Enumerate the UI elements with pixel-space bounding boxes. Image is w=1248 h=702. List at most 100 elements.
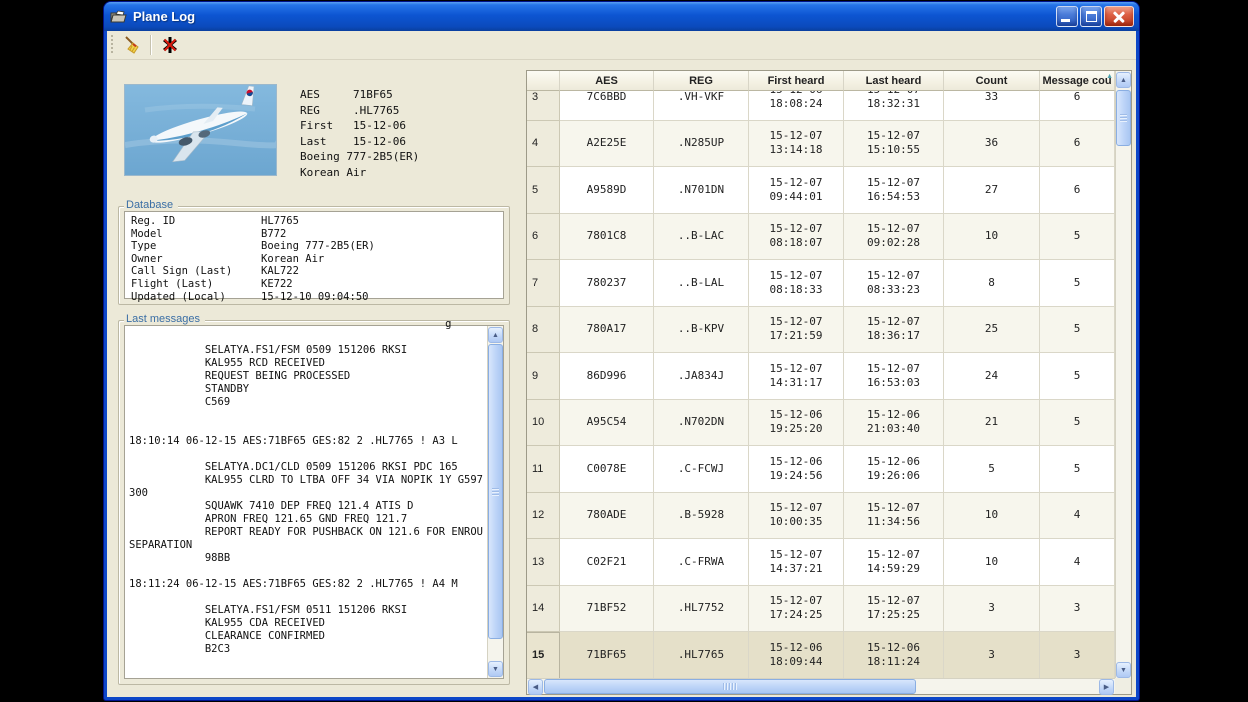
toolbar-grip[interactable] [110, 35, 114, 55]
aes-cell: 86D996 [560, 353, 654, 400]
messages-scrollbar-thumb[interactable] [488, 344, 503, 639]
reg-cell: .HL7765 [654, 632, 749, 679]
maximize-button[interactable] [1080, 6, 1102, 27]
scroll-left-icon[interactable]: ◀ [528, 679, 543, 695]
close-icon [1105, 7, 1133, 26]
column-header-Last heard[interactable]: Last heard [844, 71, 944, 91]
table-row[interactable]: 7780237..B-LAL15-12-07 08:18:3315-12-07 … [527, 260, 1115, 307]
messages-box[interactable]: g SELATYA.FS1/FSM 0509 151206 RKSI KAL95… [124, 325, 504, 679]
table-row[interactable]: 8780A17..B-KPV15-12-07 17:21:5915-12-07 … [527, 307, 1115, 354]
aes-cell: 780237 [560, 260, 654, 307]
row-number-cell: 8 [527, 307, 560, 354]
column-header-rownum[interactable] [527, 71, 560, 91]
column-header-Count[interactable]: Count [944, 71, 1040, 91]
reg-cell: .N702DN [654, 400, 749, 447]
table-row[interactable]: 10A95C54.N702DN15-12-06 19:25:2015-12-06… [527, 400, 1115, 447]
count-cell: 5 [944, 446, 1040, 493]
aes-cell: 780ADE [560, 493, 654, 540]
column-header-Message cou[interactable]: Message cou▲ [1040, 71, 1115, 91]
message-count-cell: 5 [1040, 307, 1115, 354]
plane-log-window: Plane Log [104, 2, 1139, 700]
purge-button[interactable] [156, 33, 183, 58]
airplane-image [125, 85, 276, 175]
first-heard-cell: 15-12-07 09:44:01 [749, 167, 844, 214]
minimize-button[interactable] [1056, 6, 1078, 27]
last-heard-cell: 15-12-07 16:54:53 [844, 167, 944, 214]
row-number-cell: 4 [527, 121, 560, 168]
row-number-cell: 5 [527, 167, 560, 214]
table-row[interactable]: 4A2E25E.N285UP15-12-07 13:14:1815-12-07 … [527, 121, 1115, 168]
summary-field-label: Last [300, 134, 353, 150]
table-hscroll-thumb[interactable] [544, 679, 916, 694]
messages-scrollbar[interactable]: ▲ ▼ [487, 326, 503, 678]
table-row[interactable]: 13C02F21.C-FRWA15-12-07 14:37:2115-12-07… [527, 539, 1115, 586]
table-row[interactable]: 67801C8..B-LAC15-12-07 08:18:0715-12-07 … [527, 214, 1115, 261]
database-field-value: KAL722 [261, 265, 299, 278]
first-heard-cell: 15-12-07 08:18:07 [749, 214, 844, 261]
last-heard-cell: 15-12-07 18:36:17 [844, 307, 944, 354]
first-heard-cell: 15-12-06 18:09:44 [749, 632, 844, 679]
toolbar-separator [150, 35, 151, 55]
message-count-cell: 3 [1040, 632, 1115, 679]
scroll-up-icon[interactable]: ▲ [488, 327, 503, 343]
titlebar[interactable]: Plane Log [104, 2, 1139, 31]
table-horizontal-scrollbar[interactable]: ◀ ▶ [527, 678, 1115, 694]
aes-cell: C02F21 [560, 539, 654, 586]
aes-cell: C0078E [560, 446, 654, 493]
table-vertical-scrollbar[interactable]: ▲ ▼ [1115, 71, 1131, 679]
scroll-right-icon[interactable]: ▶ [1099, 679, 1114, 695]
red-asterisk-icon [161, 36, 179, 54]
database-groupbox-label: Database [124, 199, 178, 211]
reg-cell: .N701DN [654, 167, 749, 214]
count-cell: 3 [944, 632, 1040, 679]
database-field: OwnerKorean Air [131, 253, 503, 266]
table-row[interactable]: 37C6BBD.VH-VKF15-12-06 18:08:2415-12-07 … [527, 91, 1115, 121]
table-row[interactable]: 12780ADE.B-592815-12-07 10:00:3515-12-07… [527, 493, 1115, 540]
aes-cell: A95C54 [560, 400, 654, 447]
message-count-cell: 6 [1040, 91, 1115, 121]
message-count-cell: 3 [1040, 586, 1115, 633]
database-field-label: Model [131, 228, 261, 241]
reg-cell: .VH-VKF [654, 91, 749, 121]
close-button[interactable] [1104, 6, 1134, 27]
table-header-row: AESREGFirst heardLast heardCountMessage … [527, 71, 1115, 91]
aes-cell: 7C6BBD [560, 91, 654, 121]
table-row[interactable]: 1571BF65.HL776515-12-06 18:09:4415-12-06… [527, 632, 1115, 679]
table-row[interactable]: 986D996.JA834J15-12-07 14:31:1715-12-07 … [527, 353, 1115, 400]
aircraft-airline: Korean Air [300, 165, 515, 181]
database-field-label: Reg. ID [131, 215, 261, 228]
database-field-value: Boeing 777-2B5(ER) [261, 240, 375, 253]
table-row[interactable]: 5A9589D.N701DN15-12-07 09:44:0115-12-07 … [527, 167, 1115, 214]
aes-cell: 780A17 [560, 307, 654, 354]
column-header-AES[interactable]: AES [560, 71, 654, 91]
window-title: Plane Log [133, 9, 1054, 24]
table-row[interactable]: 11C0078E.C-FCWJ15-12-06 19:24:5615-12-06… [527, 446, 1115, 493]
maximize-icon [1086, 11, 1097, 22]
message-count-cell: 5 [1040, 260, 1115, 307]
summary-field-value: 15-12-06 [353, 118, 406, 134]
aes-cell: 71BF52 [560, 586, 654, 633]
column-header-First heard[interactable]: First heard [749, 71, 844, 91]
database-field: TypeBoeing 777-2B5(ER) [131, 240, 503, 253]
table-row[interactable]: 1471BF52.HL775215-12-07 17:24:2515-12-07… [527, 586, 1115, 633]
last-heard-cell: 15-12-06 18:11:24 [844, 632, 944, 679]
scroll-down-icon[interactable]: ▼ [1116, 662, 1131, 678]
count-cell: 10 [944, 493, 1040, 540]
database-field-value: B772 [261, 228, 286, 241]
database-field-label: Owner [131, 253, 261, 266]
database-field-label: Call Sign (Last) [131, 265, 261, 278]
row-number-cell: 7 [527, 260, 560, 307]
aes-cell: 7801C8 [560, 214, 654, 261]
scroll-up-icon[interactable]: ▲ [1116, 72, 1131, 88]
row-number-cell: 13 [527, 539, 560, 586]
scroll-down-icon[interactable]: ▼ [488, 661, 503, 677]
summary-field: Last15-12-06 [300, 134, 515, 150]
aircraft-summary-fields: AES71BF65REG.HL7765First15-12-06Last15-1… [300, 87, 515, 149]
app-folder-icon [110, 9, 128, 25]
column-header-REG[interactable]: REG [654, 71, 749, 91]
table-body-rows: 37C6BBD.VH-VKF15-12-06 18:08:2415-12-07 … [527, 91, 1115, 679]
reg-cell: ..B-LAL [654, 260, 749, 307]
table-vscroll-thumb[interactable] [1116, 90, 1131, 146]
clean-button[interactable] [118, 33, 145, 58]
database-field-value: KE722 [261, 278, 293, 291]
